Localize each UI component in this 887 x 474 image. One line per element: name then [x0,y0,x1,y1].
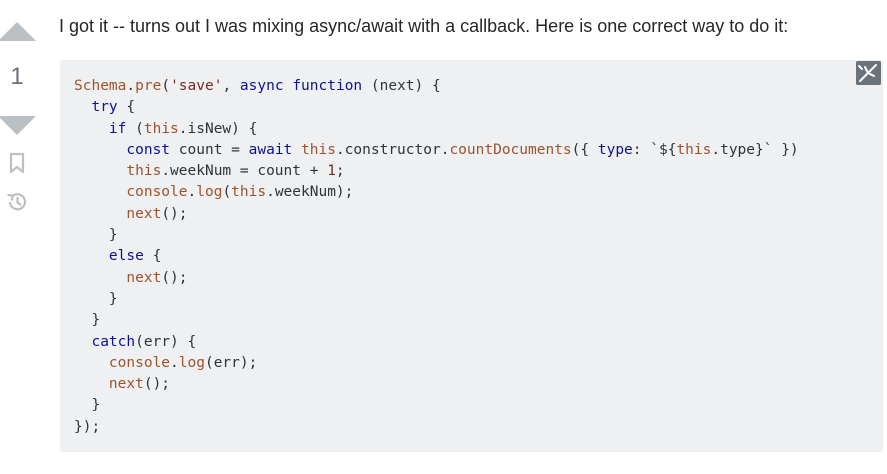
code-token: try [91,99,118,116]
code-token: (next) { [362,78,441,94]
code-line: try { [74,97,883,118]
code-token: function [292,78,363,94]
code-token: { [143,248,162,265]
code-token: ( [161,78,171,94]
code-token: . [170,354,179,371]
answer-intro-text: I got it -- turns out I was mixing async… [59,16,789,36]
bookmark-icon[interactable] [8,152,26,174]
code-line: this.weekNum = count + 1; [74,161,883,182]
code-token: }); [74,418,101,435]
code-token: .constructor. [335,141,450,158]
code-token: console [126,184,188,201]
code-token: : `${ [632,141,677,158]
code-token: . [187,184,197,201]
code-token: ({ [571,141,598,158]
code-token: (err); [204,354,258,371]
code-token: (); [143,376,171,393]
code-line: } [74,310,883,331]
code-line: catch(err) { [74,332,883,353]
vote-count: 1 [10,63,24,90]
code-token: , [222,78,240,94]
history-icon[interactable] [5,190,29,214]
code-line: } [74,289,883,310]
code-token: } [74,290,118,307]
code-token: else [108,248,144,265]
code-token: .isNew) { [178,120,258,137]
code-token: next [108,376,144,393]
code-line: next(); [74,268,883,289]
code-content: Schema.pre('save', async function (next)… [74,76,883,438]
code-line: Schema.pre('save', async function (next)… [74,76,883,97]
code-token: this [301,141,336,158]
code-token: (); [161,269,188,286]
code-line: console.log(err); [74,353,883,374]
code-token: count = [170,141,249,158]
code-token: await [248,141,293,158]
code-token: } [74,227,118,244]
code-block[interactable]: Schema.pre('save', async function (next)… [60,60,883,452]
code-token: async [239,78,284,94]
code-token: ( [126,120,144,137]
code-token: next [126,205,162,222]
code-token: console [108,354,171,371]
code-token: log [196,184,223,201]
code-token: const [126,141,171,158]
code-token: ; [335,163,345,180]
downvote-arrow-icon[interactable] [0,116,36,135]
code-token: this [676,141,712,158]
code-token: 'save' [170,78,223,94]
code-line: console.log(this.weekNum); [74,182,883,203]
code-token: next [126,269,162,286]
code-token: (); [161,205,188,222]
upvote-arrow-icon[interactable] [0,22,36,41]
code-token: pre [135,78,162,94]
code-line: } [74,225,883,246]
code-token: if [108,120,127,137]
code-token: log [178,354,205,371]
code-line: }); [74,417,883,438]
code-token: .weekNum); [266,184,354,201]
code-token: } [74,397,101,414]
code-token: type [597,141,633,158]
code-token: Schema [74,78,127,94]
code-token: } [74,312,101,329]
code-line: if (this.isNew) { [74,119,883,140]
code-token: { [117,99,136,116]
expand-snippet-icon[interactable] [856,61,881,85]
code-token: .weekNum = count + [161,163,328,180]
code-token: this [126,163,162,180]
code-token: this [143,120,179,137]
code-line: next(); [74,204,883,225]
code-token: ( [222,184,232,201]
code-line: else { [74,246,883,267]
code-token: catch [91,333,136,350]
code-line: } [74,395,883,416]
code-token: (err) { [135,333,197,350]
code-line: const count = await this.constructor.cou… [74,140,883,161]
code-token: countDocuments [449,141,572,158]
code-token: this [231,184,267,201]
code-token: 1 [327,163,336,180]
code-line: next(); [74,374,883,395]
code-token: . [126,78,136,94]
code-token: .type}` }) [711,141,799,158]
